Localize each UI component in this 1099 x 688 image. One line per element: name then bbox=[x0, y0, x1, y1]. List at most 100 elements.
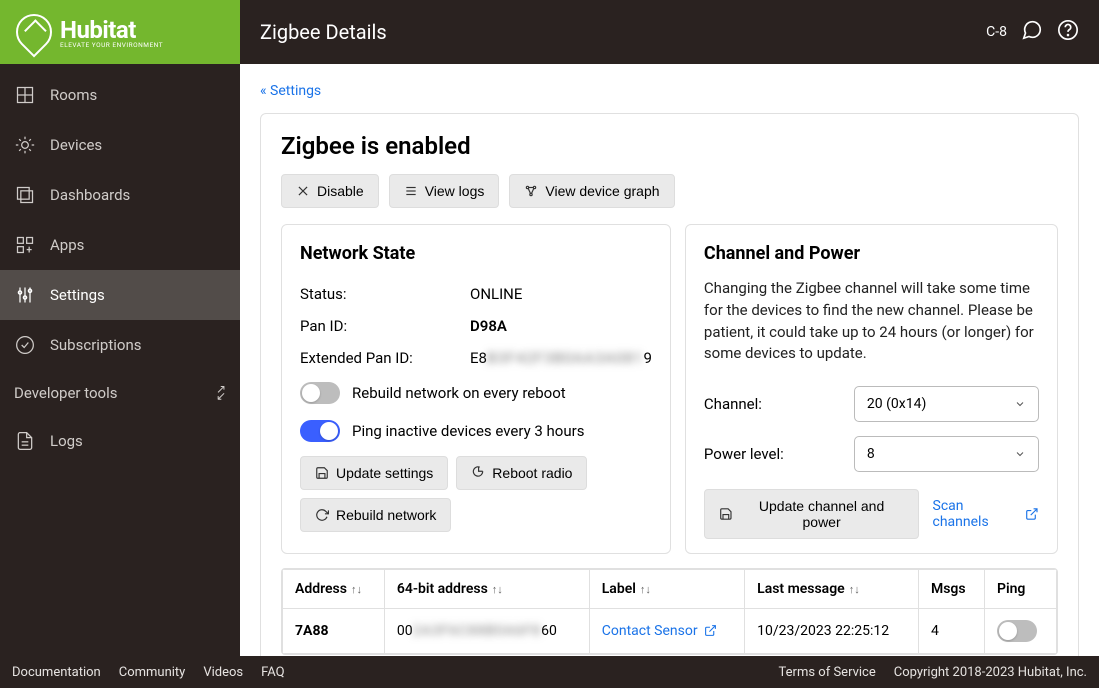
panel-description: Changing the Zigbee channel will take so… bbox=[704, 278, 1039, 365]
sidebar-item-devices[interactable]: Devices bbox=[0, 120, 240, 170]
button-label: View device graph bbox=[545, 183, 659, 199]
toggle-label: Ping inactive devices every 3 hours bbox=[352, 422, 584, 440]
scan-channels-link[interactable]: Scan channels bbox=[933, 498, 1039, 530]
sidebar-item-label: Apps bbox=[50, 236, 84, 254]
sidebar-item-label: Subscriptions bbox=[50, 336, 141, 354]
apps-icon bbox=[14, 234, 36, 256]
rebuild-on-reboot-toggle[interactable] bbox=[300, 382, 340, 404]
footer: Documentation Community Videos FAQ Terms… bbox=[0, 656, 1099, 688]
cell-ping bbox=[984, 609, 1056, 654]
chat-icon[interactable] bbox=[1021, 19, 1043, 45]
sort-icon: ↑↓ bbox=[492, 583, 503, 596]
status-label: Status: bbox=[300, 285, 470, 303]
view-logs-button[interactable]: View logs bbox=[389, 174, 500, 208]
button-label: Update settings bbox=[336, 465, 433, 481]
link-label: Scan channels bbox=[933, 498, 1022, 530]
reboot-radio-button[interactable]: Reboot radio bbox=[456, 456, 587, 490]
devices-table: Address↑↓ 64-bit address↑↓ Label↑↓ Last … bbox=[281, 568, 1058, 655]
footer-link-videos[interactable]: Videos bbox=[203, 665, 243, 680]
brand-name: Hubitat bbox=[60, 16, 136, 44]
extpan-label: Extended Pan ID: bbox=[300, 349, 470, 367]
rooms-icon bbox=[14, 84, 36, 106]
extpan-value: E8B3F42F3B0AA3A0819 bbox=[470, 349, 652, 367]
footer-tos[interactable]: Terms of Service bbox=[779, 665, 876, 680]
select-value: 8 bbox=[867, 446, 875, 462]
logo[interactable]: Hubitat ELEVATE YOUR ENVIRONMENT bbox=[0, 0, 240, 64]
status-value: ONLINE bbox=[470, 285, 522, 303]
pan-id-value: D98A bbox=[470, 317, 507, 335]
view-device-graph-button[interactable]: View device graph bbox=[509, 174, 674, 208]
panel-title: Channel and Power bbox=[704, 243, 1039, 264]
page-title: Zigbee Details bbox=[240, 20, 387, 44]
select-value: 20 (0x14) bbox=[867, 396, 926, 412]
button-label: Reboot radio bbox=[492, 465, 572, 481]
sidebar-item-settings[interactable]: Settings bbox=[0, 270, 240, 320]
col-ping: Ping bbox=[984, 570, 1056, 609]
col-label[interactable]: Label↑↓ bbox=[589, 570, 744, 609]
cell-label: Contact Sensor bbox=[589, 609, 744, 654]
ping-inactive-toggle[interactable] bbox=[300, 420, 340, 442]
devtools-label: Developer tools bbox=[14, 384, 117, 402]
rebuild-network-button[interactable]: Rebuild network bbox=[300, 498, 451, 532]
channel-select[interactable]: 20 (0x14) bbox=[854, 386, 1039, 422]
button-label: Update channel and power bbox=[740, 498, 904, 530]
ping-toggle[interactable] bbox=[997, 620, 1037, 642]
sidebar-item-subscriptions[interactable]: Subscriptions bbox=[0, 320, 240, 370]
hubitat-logo-icon bbox=[9, 7, 60, 58]
sidebar-item-label: Dashboards bbox=[50, 186, 130, 204]
button-label: Disable bbox=[317, 183, 364, 199]
sort-icon: ↑↓ bbox=[640, 583, 651, 596]
toggle-label: Rebuild network on every reboot bbox=[352, 384, 566, 402]
sidebar-item-rooms[interactable]: Rooms bbox=[0, 70, 240, 120]
power-select[interactable]: 8 bbox=[854, 436, 1039, 472]
bulb-icon bbox=[14, 134, 36, 156]
button-label: View logs bbox=[425, 183, 485, 199]
cell-64bit: 002A3F6C88B0A6F860 bbox=[384, 609, 589, 654]
footer-link-community[interactable]: Community bbox=[119, 665, 186, 680]
external-link-icon bbox=[1025, 507, 1039, 521]
chevron-down-icon bbox=[1014, 448, 1026, 460]
update-settings-button[interactable]: Update settings bbox=[300, 456, 448, 490]
sidebar-item-apps[interactable]: Apps bbox=[0, 220, 240, 270]
panel-title: Network State bbox=[300, 243, 652, 264]
power-label: Power level: bbox=[704, 445, 854, 463]
footer-copyright: Copyright 2018-2023 Hubitat, Inc. bbox=[894, 665, 1087, 680]
table-row: 7A88 002A3F6C88B0A6F860 Contact Sensor 1… bbox=[283, 609, 1057, 654]
sidebar-item-label: Devices bbox=[50, 136, 102, 154]
help-icon[interactable] bbox=[1057, 19, 1079, 45]
footer-link-faq[interactable]: FAQ bbox=[261, 665, 284, 680]
breadcrumb-back[interactable]: « Settings bbox=[260, 83, 321, 99]
check-circle-icon bbox=[14, 334, 36, 356]
sidebar-item-dashboards[interactable]: Dashboards bbox=[0, 170, 240, 220]
col-address[interactable]: Address↑↓ bbox=[283, 570, 385, 609]
main-content: « Settings Zigbee is enabled Disable Vie… bbox=[240, 64, 1099, 656]
update-channel-power-button[interactable]: Update channel and power bbox=[704, 489, 919, 539]
cell-last-message: 10/23/2023 22:25:12 bbox=[745, 609, 919, 654]
cell-msgs: 4 bbox=[918, 609, 984, 654]
developer-tools-toggle[interactable]: Developer tools ↗↙ bbox=[0, 370, 240, 416]
header: Hubitat ELEVATE YOUR ENVIRONMENT Zigbee … bbox=[0, 0, 1099, 64]
chevron-down-icon bbox=[1014, 398, 1026, 410]
sort-icon: ↑↓ bbox=[849, 583, 860, 596]
cell-address: 7A88 bbox=[283, 609, 385, 654]
sliders-icon bbox=[14, 284, 36, 306]
network-state-panel: Network State Status: ONLINE Pan ID: D98… bbox=[281, 224, 671, 554]
col-64bit[interactable]: 64-bit address↑↓ bbox=[384, 570, 589, 609]
expand-arrows-icon: ↗↙ bbox=[216, 386, 226, 400]
document-icon bbox=[14, 430, 36, 452]
disable-button[interactable]: Disable bbox=[281, 174, 379, 208]
sidebar-item-label: Rooms bbox=[50, 86, 97, 104]
button-label: Rebuild network bbox=[336, 507, 436, 523]
sort-icon: ↑↓ bbox=[351, 583, 362, 596]
col-msgs: Msgs bbox=[918, 570, 984, 609]
channel-label: Channel: bbox=[704, 395, 854, 413]
sidebar-item-logs[interactable]: Logs bbox=[0, 416, 240, 466]
col-last-message[interactable]: Last message↑↓ bbox=[745, 570, 919, 609]
page-heading: Zigbee is enabled bbox=[281, 132, 1058, 160]
pan-id-label: Pan ID: bbox=[300, 317, 470, 335]
sidebar-item-label: Logs bbox=[50, 432, 83, 450]
device-link[interactable]: Contact Sensor bbox=[602, 623, 717, 639]
brand-sub: ELEVATE YOUR ENVIRONMENT bbox=[60, 41, 163, 49]
footer-link-documentation[interactable]: Documentation bbox=[12, 665, 101, 680]
dashboards-icon bbox=[14, 184, 36, 206]
